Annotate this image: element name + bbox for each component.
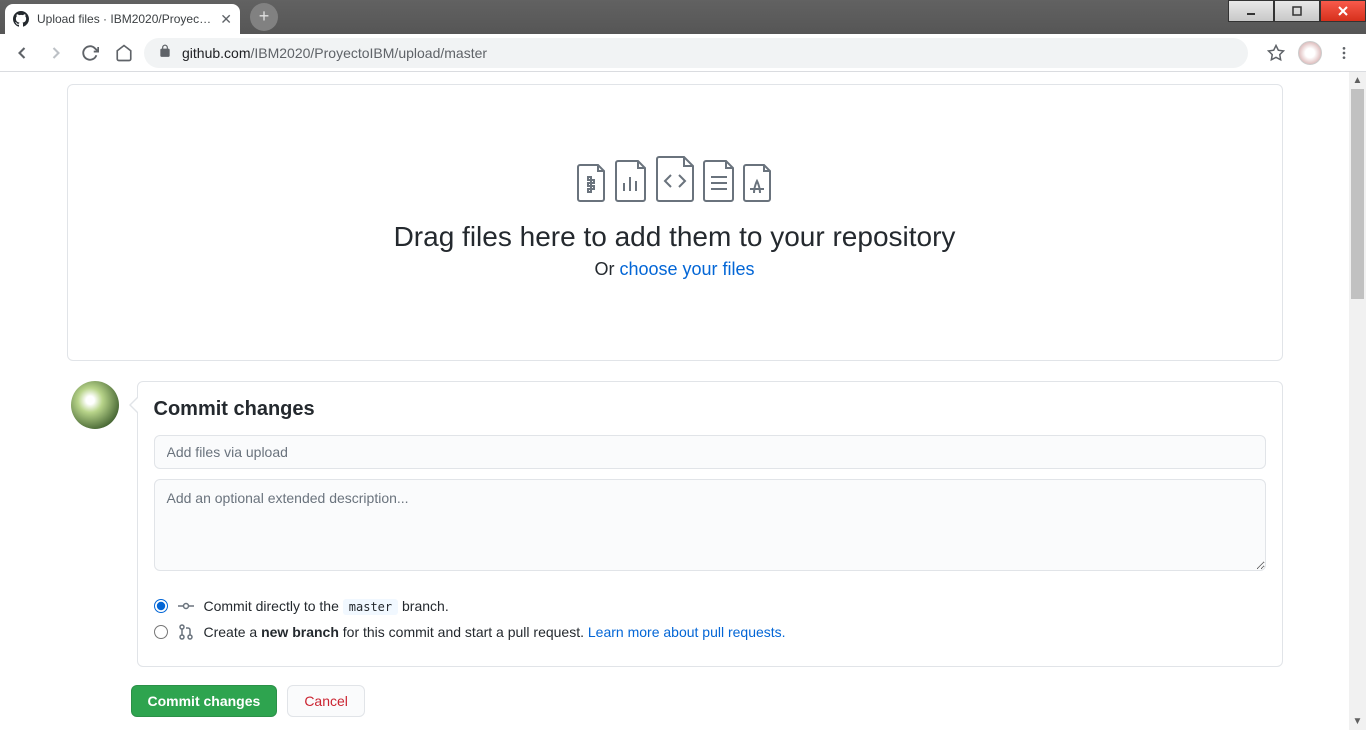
- window-minimize-button[interactable]: [1228, 0, 1274, 22]
- window-maximize-button[interactable]: [1274, 0, 1320, 22]
- file-pdf-icon: [742, 163, 774, 203]
- commit-description-textarea[interactable]: [154, 479, 1266, 571]
- url-text: github.com/IBM2020/ProyectoIBM/upload/ma…: [182, 45, 487, 61]
- commit-changes-button[interactable]: Commit changes: [131, 685, 278, 717]
- bookmark-star-icon[interactable]: [1262, 39, 1290, 67]
- nav-back-button[interactable]: [8, 39, 36, 67]
- browser-toolbar: github.com/IBM2020/ProyectoIBM/upload/ma…: [0, 34, 1366, 72]
- file-dropzone[interactable]: Drag files here to add them to your repo…: [67, 84, 1283, 361]
- dropzone-file-icons: [88, 155, 1262, 203]
- radio-commit-direct[interactable]: Commit directly to the master branch.: [154, 598, 1266, 614]
- window-close-button[interactable]: [1320, 0, 1366, 22]
- scroll-down-arrow[interactable]: ▼: [1349, 713, 1366, 730]
- nav-reload-button[interactable]: [76, 39, 104, 67]
- git-commit-icon: [178, 598, 194, 614]
- file-zip-icon: [576, 163, 608, 203]
- browser-menu-button[interactable]: [1330, 39, 1358, 67]
- radio-commit-direct-input[interactable]: [154, 599, 168, 613]
- dropzone-subtext: Or choose your files: [88, 259, 1262, 280]
- choose-files-link[interactable]: choose your files: [619, 259, 754, 279]
- user-avatar[interactable]: [71, 381, 119, 429]
- profile-avatar[interactable]: [1298, 41, 1322, 65]
- tab-close-icon[interactable]: ✕: [220, 11, 232, 28]
- file-text-icon: [702, 159, 736, 203]
- learn-more-pr-link[interactable]: Learn more about pull requests.: [588, 624, 786, 640]
- new-tab-button[interactable]: +: [250, 3, 278, 31]
- radio-new-branch-input[interactable]: [154, 625, 168, 639]
- commit-form: Commit changes Commit directly to the ma…: [137, 381, 1283, 667]
- commit-target-radio-group: Commit directly to the master branch. Cr…: [154, 598, 1266, 640]
- nav-home-button[interactable]: [110, 39, 138, 67]
- github-favicon-icon: [13, 11, 29, 27]
- nav-forward-button[interactable]: [42, 39, 70, 67]
- scroll-thumb[interactable]: [1351, 89, 1364, 299]
- cancel-button[interactable]: Cancel: [287, 685, 365, 717]
- commit-heading: Commit changes: [154, 398, 1266, 421]
- page-content: Drag files here to add them to your repo…: [0, 72, 1349, 730]
- git-pull-request-icon: [178, 624, 194, 640]
- scroll-up-arrow[interactable]: ▲: [1349, 72, 1366, 89]
- vertical-scrollbar[interactable]: ▲ ▼: [1349, 72, 1366, 730]
- address-bar[interactable]: github.com/IBM2020/ProyectoIBM/upload/ma…: [144, 38, 1248, 68]
- browser-tab-active[interactable]: Upload files · IBM2020/ProyectoI ✕: [5, 4, 240, 34]
- branch-name-pill: master: [343, 599, 398, 615]
- file-chart-icon: [614, 159, 648, 203]
- file-code-icon: [654, 155, 696, 203]
- commit-summary-input[interactable]: [154, 435, 1266, 469]
- dropzone-heading: Drag files here to add them to your repo…: [88, 221, 1262, 253]
- lock-icon: [158, 44, 172, 61]
- window-titlebar: Upload files · IBM2020/ProyectoI ✕ +: [0, 0, 1366, 34]
- tab-title: Upload files · IBM2020/ProyectoI: [37, 12, 212, 26]
- radio-new-branch[interactable]: Create a new branch for this commit and …: [154, 624, 1266, 640]
